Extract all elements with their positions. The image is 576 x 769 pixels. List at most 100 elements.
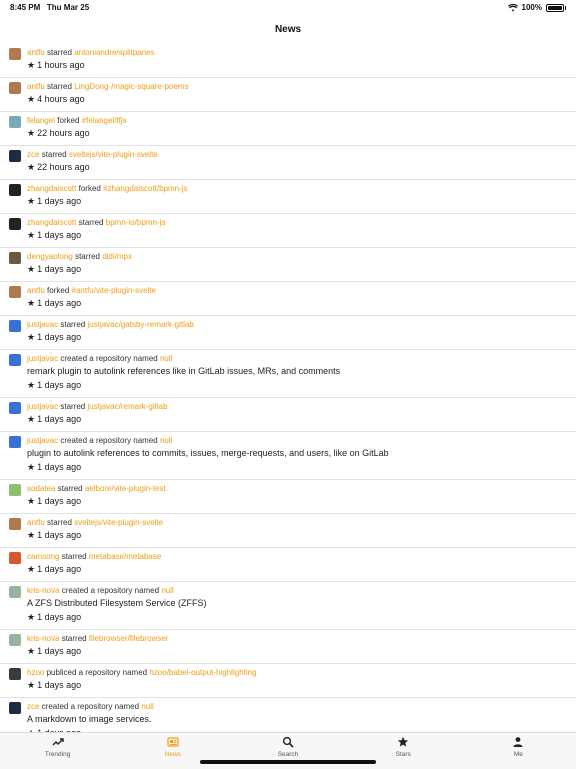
avatar[interactable] (9, 320, 21, 332)
feed-item[interactable]: kris-nova created a repository named nul… (0, 582, 576, 630)
user-link[interactable]: justjavac (27, 354, 58, 363)
tab-label: Search (277, 751, 299, 758)
repo-link[interactable]: null (160, 436, 172, 445)
feed-item[interactable]: justjavac starred justjavac/gatsby-remar… (0, 316, 576, 350)
user-link[interactable]: hzoo (27, 668, 44, 677)
avatar[interactable] (9, 184, 21, 196)
feed-item[interactable]: zhangdaiscott starred bpmn-io/bpmn-js ★ 1 … (0, 214, 576, 248)
repo-link[interactable]: sveltejs/vite-plugin-svelte (74, 518, 163, 527)
feed-item[interactable]: zce created a repository named null A mar… (0, 698, 576, 732)
feed-item[interactable]: sodatea starred aelbore/vite-plugin-test… (0, 480, 576, 514)
star-icon: ★ (27, 162, 36, 172)
repo-link[interactable]: metabase/metabase (89, 552, 162, 561)
avatar[interactable] (9, 252, 21, 264)
repo-link[interactable]: antoniandre/splitpanes (74, 48, 155, 57)
user-link[interactable]: camsong (27, 552, 59, 561)
user-link[interactable]: antfu (27, 286, 45, 295)
feed-item[interactable]: justjavac created a repository named nul… (0, 350, 576, 398)
repo-link[interactable]: #felangel/tfjs (82, 116, 127, 125)
user-link[interactable]: kris-nova (27, 634, 59, 643)
feed-item[interactable]: camsong starred metabase/metabase ★ 1 days… (0, 548, 576, 582)
tab-label: Trending (44, 751, 71, 758)
avatar[interactable] (9, 518, 21, 530)
user-link[interactable]: justjavac (27, 436, 58, 445)
repo-link[interactable]: bpmn-io/bpmn-js (106, 218, 166, 227)
action-text: forked (47, 286, 70, 295)
action-text: created a repository named (60, 354, 158, 363)
news-feed[interactable]: antfu starred antoniandre/splitpanes ★ 1 h… (0, 44, 576, 732)
avatar[interactable] (9, 484, 21, 496)
action-text: forked (78, 184, 101, 193)
user-link[interactable]: zce (27, 150, 39, 159)
user-link[interactable]: felangel (27, 116, 55, 125)
avatar[interactable] (9, 586, 21, 598)
feed-item[interactable]: antfu starred sveltejs/vite-plugin-svelt… (0, 514, 576, 548)
feed-item-meta: ★1 days ago (27, 645, 576, 658)
repo-link[interactable]: hzoo/babel-output-highlighting (149, 668, 256, 677)
avatar[interactable] (9, 702, 21, 714)
avatar[interactable] (9, 48, 21, 60)
user-link[interactable]: dengyaolong (27, 252, 73, 261)
feed-item-headline: antfu starred antoniandre/splitpanes (27, 47, 576, 58)
time-ago: 1 days ago (37, 332, 82, 342)
avatar[interactable] (9, 668, 21, 680)
avatar[interactable] (9, 634, 21, 646)
feed-item[interactable]: felangel forked #felangel/tfjs ★ 22 hours … (0, 112, 576, 146)
repo-link[interactable]: justjavac/remark-gitlab (88, 402, 168, 411)
avatar[interactable] (9, 116, 21, 128)
feed-item[interactable]: antfu starred antoniandre/splitpanes ★ 1 h… (0, 44, 576, 78)
avatar[interactable] (9, 402, 21, 414)
action-text: starred (75, 252, 100, 261)
feed-item[interactable]: justjavac created a repository named nul… (0, 432, 576, 480)
user-link[interactable]: antfu (27, 82, 45, 91)
feed-item[interactable]: zhangdaiscott forked #zhangdaiscott/bpmn… (0, 180, 576, 214)
feed-item-meta: ★1 days ago (27, 563, 576, 576)
tab-label: Me (513, 751, 523, 758)
tab-trending[interactable]: Trending (0, 733, 115, 769)
repo-link[interactable]: #antfu/vite-plugin-svelte (72, 286, 157, 295)
avatar[interactable] (9, 552, 21, 564)
repo-link[interactable]: filebrowser/filebrowser (89, 634, 169, 643)
page-title: News (274, 24, 302, 35)
feed-item[interactable]: kris-nova starred filebrowser/filebrowse… (0, 630, 576, 664)
feed-item[interactable]: hzoo publiced a repository named hzoo/ba… (0, 664, 576, 698)
avatar[interactable] (9, 436, 21, 448)
avatar[interactable] (9, 218, 21, 230)
feed-item[interactable]: justjavac starred justjavac/remark-gitla… (0, 398, 576, 432)
repo-description: remark plugin to autolink references lik… (27, 366, 341, 376)
feed-item[interactable]: dengyaolong starred didi/mpx ★ 1 days ago (0, 248, 576, 282)
time-ago: 1 days ago (37, 414, 82, 424)
avatar[interactable] (9, 82, 21, 94)
user-link[interactable]: sodatea (27, 484, 55, 493)
user-link[interactable]: justjavac (27, 402, 58, 411)
repo-link[interactable]: #zhangdaiscott/bpmn-js (103, 184, 188, 193)
user-link[interactable]: zhangdaiscott (27, 184, 76, 193)
avatar[interactable] (9, 150, 21, 162)
user-link[interactable]: zhangdaiscott (27, 218, 76, 227)
repo-link[interactable]: justjavac/gatsby-remark-gitlab (88, 320, 194, 329)
repo-link[interactable]: sveltejs/vite-plugin-svelte (69, 150, 158, 159)
user-link[interactable]: justjavac (27, 320, 58, 329)
repo-link[interactable]: null (160, 354, 172, 363)
repo-link[interactable]: null (161, 586, 173, 595)
repo-link[interactable]: null (141, 702, 153, 711)
feed-item[interactable]: zce starred sveltejs/vite-plugin-svelte ★… (0, 146, 576, 180)
avatar[interactable] (9, 354, 21, 366)
feed-item-meta: ★ 1 hours ago (27, 59, 576, 72)
user-link[interactable]: antfu (27, 518, 45, 527)
avatar[interactable] (9, 286, 21, 298)
feed-item-headline: felangel forked #felangel/tfjs (27, 115, 576, 126)
user-link[interactable]: antfu (27, 48, 45, 57)
tab-me[interactable]: Me (461, 733, 576, 769)
time-ago: 1 days ago (37, 646, 82, 656)
repo-link[interactable]: aelbore/vite-plugin-test (85, 484, 166, 493)
feed-item[interactable]: antfu starred LingDong-/magic-square-poe… (0, 78, 576, 112)
repo-link[interactable]: LingDong-/magic-square-poems (74, 82, 188, 91)
feed-item-meta: ★1 days ago (27, 297, 576, 310)
feed-item-meta: ★1 days ago (27, 413, 576, 426)
user-link[interactable]: kris-nova (27, 586, 59, 595)
star-icon: ★ (27, 462, 36, 472)
repo-link[interactable]: didi/mpx (102, 252, 132, 261)
feed-item[interactable]: antfu forked #antfu/vite-plugin-svelte ★ 1… (0, 282, 576, 316)
user-link[interactable]: zce (27, 702, 39, 711)
